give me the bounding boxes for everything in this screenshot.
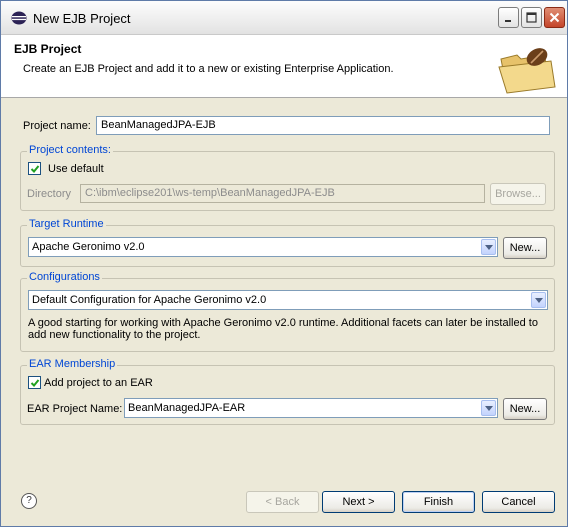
page-description: Create an EJB Project and add it to a ne… [23,63,394,75]
close-button[interactable] [544,7,565,28]
ear-project-name-label: EAR Project Name: [27,403,123,415]
configuration-description-line2: add new functionality to the project. [28,329,201,341]
close-icon [549,12,560,23]
folder-bean-icon [498,48,556,94]
target-runtime-select[interactable]: Apache Geronimo v2.0 [28,237,498,257]
maximize-icon [526,12,537,23]
add-to-ear-checkbox[interactable] [28,376,41,389]
finish-button[interactable]: Finish [402,491,475,513]
wizard-header: EJB Project Create an EJB Project and ad… [1,35,567,98]
back-button[interactable]: < Back [246,491,319,513]
directory-input[interactable]: C:\ibm\eclipse201\ws-temp\BeanManagedJPA… [80,184,485,203]
dropdown-arrow-icon[interactable] [481,400,496,416]
new-ejb-project-dialog: New EJB Project EJB Project Create an EJ… [0,0,568,527]
ear-project-name-value: BeanManagedJPA-EAR [128,402,246,414]
dropdown-arrow-icon[interactable] [531,292,546,308]
dropdown-arrow-icon[interactable] [481,239,496,255]
browse-button[interactable]: Browse... [490,183,546,205]
configurations-title: Configurations [27,271,102,283]
eclipse-icon [11,11,27,25]
minimize-button[interactable] [498,7,519,28]
page-title: EJB Project [14,42,82,56]
use-default-label: Use default [48,163,104,175]
ear-project-name-select[interactable]: BeanManagedJPA-EAR [124,398,498,418]
next-button[interactable]: Next > [322,491,395,513]
maximize-button[interactable] [521,7,542,28]
checkmark-icon [30,379,40,387]
ear-membership-title: EAR Membership [27,358,118,370]
configuration-value: Default Configuration for Apache Geronim… [32,294,267,306]
target-runtime-value: Apache Geronimo v2.0 [32,241,145,253]
add-to-ear-label: Add project to an EAR [44,377,153,389]
configuration-description-line1: A good starting for working with Apache … [28,317,538,329]
project-contents-title: Project contents: [27,144,113,156]
cancel-button[interactable]: Cancel [482,491,555,513]
title-bar: New EJB Project [1,1,567,35]
window-title: New EJB Project [33,11,131,26]
minimize-icon [505,20,511,22]
directory-label: Directory [27,188,72,200]
new-ear-button[interactable]: New... [503,398,547,420]
help-icon[interactable]: ? [21,493,37,509]
use-default-checkbox[interactable] [28,162,41,175]
target-runtime-title: Target Runtime [27,218,106,230]
configuration-select[interactable]: Default Configuration for Apache Geronim… [28,290,548,310]
new-runtime-button[interactable]: New... [503,237,547,259]
project-name-input[interactable]: BeanManagedJPA-EJB [96,116,550,135]
checkmark-icon [30,165,40,173]
project-name-label: Project name: [23,120,91,132]
